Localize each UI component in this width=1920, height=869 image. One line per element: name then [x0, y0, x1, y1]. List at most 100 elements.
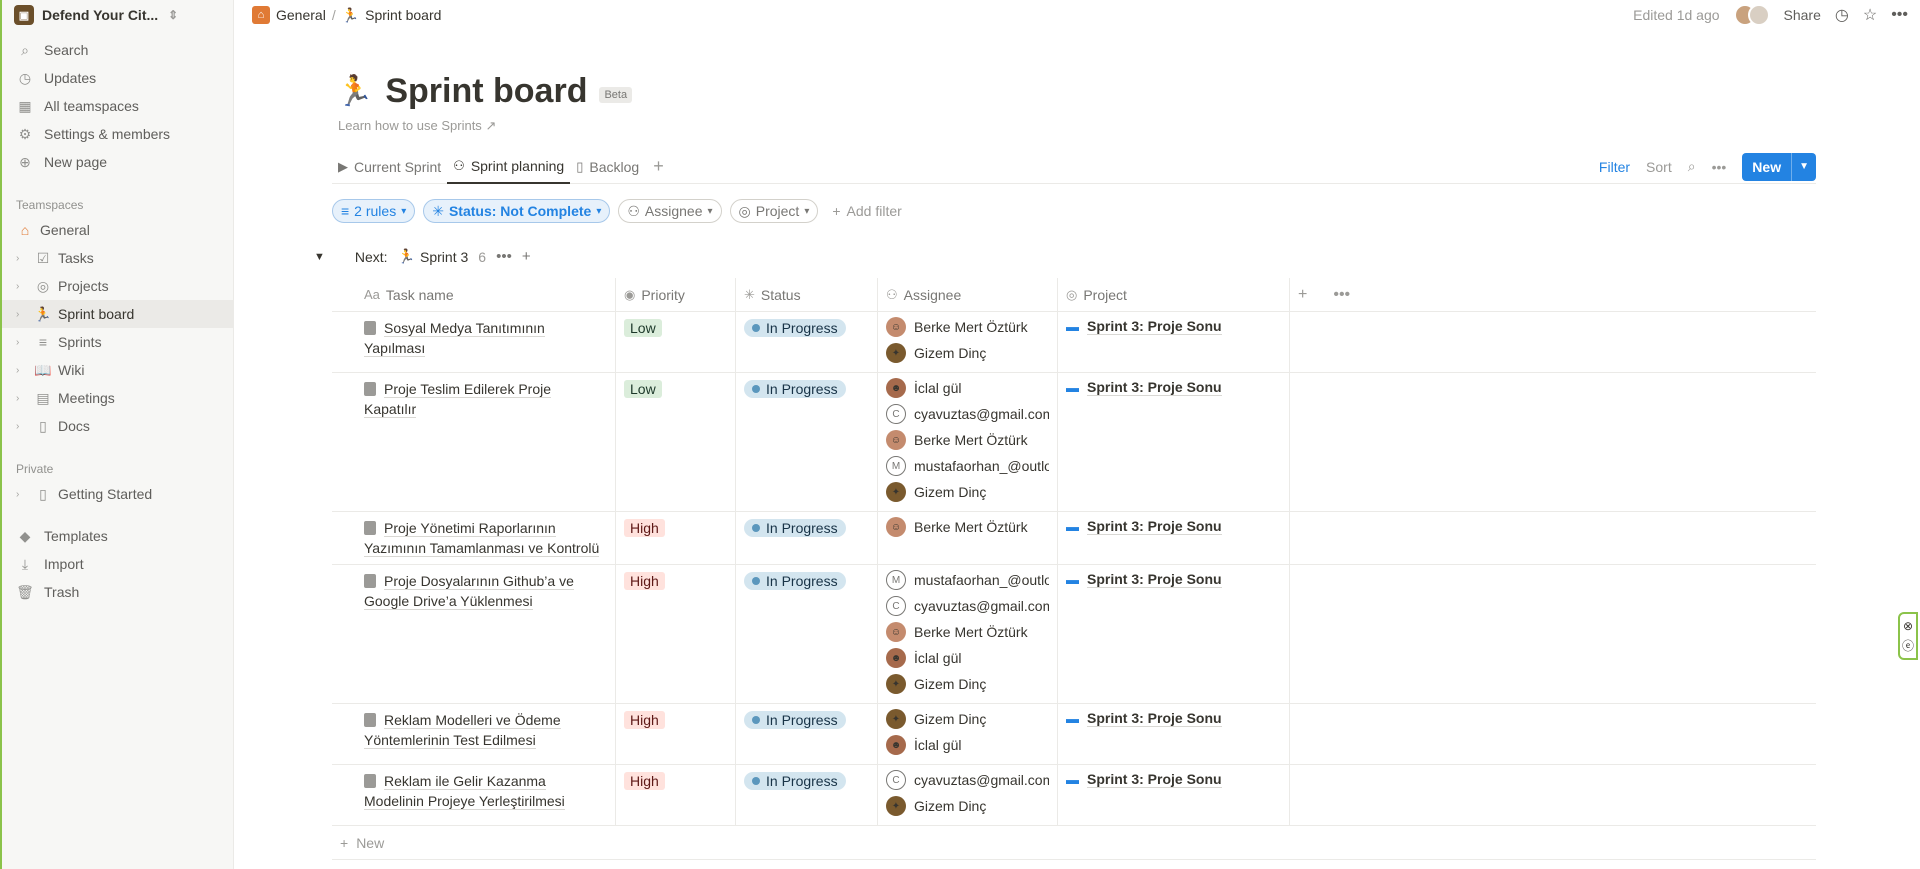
- project-link[interactable]: ▬ Sprint 3: Proje Sonu: [1066, 710, 1281, 727]
- sidebar-item-new-page[interactable]: ⊕ New page: [2, 148, 233, 176]
- task-link[interactable]: Proje Teslim Edilerek Proje Kapatılır: [364, 379, 607, 419]
- share-button[interactable]: Share: [1784, 7, 1821, 23]
- assignee-person[interactable]: ✦ Gizem Dinç: [886, 340, 1049, 366]
- sidebar-item-projects[interactable]: › ◎ Projects: [2, 272, 233, 300]
- column-header-project[interactable]: ◎ Project: [1058, 278, 1290, 311]
- group-sprint-link[interactable]: 🏃 Sprint 3: [398, 248, 469, 265]
- sidebar-item-sprints[interactable]: › ≡ Sprints: [2, 328, 233, 356]
- assignee-person[interactable]: ✦ Gizem Dinç: [886, 706, 1049, 732]
- assignee-person[interactable]: ☻ İclal gül: [886, 375, 1049, 401]
- sidebar-item-tasks[interactable]: › ☑ Tasks: [2, 244, 233, 272]
- chevron-right-icon[interactable]: ›: [16, 309, 28, 320]
- history-clock-icon[interactable]: ◷: [1835, 5, 1849, 25]
- filter-button[interactable]: Filter: [1599, 159, 1630, 175]
- collapse-triangle-icon[interactable]: ▼: [314, 251, 325, 263]
- task-link[interactable]: Reklam ile Gelir Kazanma Modelinin Proje…: [364, 771, 607, 811]
- status-cell[interactable]: In Progress: [736, 312, 878, 372]
- close-icon[interactable]: ⊗: [1903, 619, 1913, 633]
- priority-cell[interactable]: Low: [616, 373, 736, 511]
- add-view-icon[interactable]: +: [645, 156, 672, 177]
- status-filter-chip[interactable]: ✳ Status: Not Complete ▾: [423, 199, 611, 223]
- project-filter-chip[interactable]: ◎ Project ▾: [729, 199, 819, 223]
- add-new-row-button[interactable]: + New: [332, 826, 1816, 860]
- task-name-cell[interactable]: Proje Dosyalarının Github’a ve Google Dr…: [332, 565, 616, 703]
- assignee-filter-chip[interactable]: ⚇ Assignee ▾: [618, 199, 722, 223]
- task-link[interactable]: Proje Yönetimi Raporlarının Yazımının Ta…: [364, 518, 607, 558]
- extension-logo-icon[interactable]: ⓔ: [1902, 637, 1914, 654]
- extension-widget[interactable]: ⊗ ⓔ: [1898, 612, 1918, 660]
- project-link[interactable]: ▬ Sprint 3: Proje Sonu: [1066, 379, 1281, 396]
- sidebar-item-docs[interactable]: › ▯ Docs: [2, 412, 233, 440]
- status-cell[interactable]: In Progress: [736, 512, 878, 564]
- assignee-person[interactable]: ☺ Berke Mert Öztürk: [886, 514, 1049, 540]
- sidebar-item-updates[interactable]: ◷ Updates: [2, 64, 233, 92]
- status-cell[interactable]: In Progress: [736, 565, 878, 703]
- collaborator-avatars[interactable]: [1733, 4, 1770, 26]
- column-header-priority[interactable]: ◉ Priority: [616, 278, 736, 311]
- chevron-right-icon[interactable]: ›: [16, 489, 28, 500]
- priority-cell[interactable]: Low: [616, 312, 736, 372]
- priority-cell[interactable]: High: [616, 512, 736, 564]
- assignee-cell[interactable]: ☺ Berke Mert Öztürk: [878, 512, 1058, 564]
- assignee-person[interactable]: ☻ İclal gül: [886, 645, 1049, 671]
- chevron-right-icon[interactable]: ›: [16, 281, 28, 292]
- sidebar-item-trash[interactable]: 🗑 Trash: [2, 578, 233, 606]
- new-button-label[interactable]: New: [1742, 153, 1791, 181]
- more-icon[interactable]: •••: [1333, 286, 1350, 304]
- assignee-person[interactable]: ☺ Berke Mert Öztürk: [886, 619, 1049, 645]
- rules-filter-chip[interactable]: ≡ 2 rules ▾: [332, 199, 416, 223]
- status-cell[interactable]: In Progress: [736, 704, 878, 764]
- task-link[interactable]: Reklam Modelleri ve Ödeme Yöntemlerinin …: [364, 710, 607, 750]
- breadcrumb-general[interactable]: General: [276, 7, 326, 23]
- runner-icon[interactable]: 🏃: [336, 74, 373, 109]
- assignee-person[interactable]: ☻ İclal gül: [886, 732, 1049, 758]
- chevron-right-icon[interactable]: ›: [16, 421, 28, 432]
- assignee-person[interactable]: Ccyavuztas@gmail.com: [886, 593, 1049, 619]
- column-header-assignee[interactable]: ⚇ Assignee: [878, 278, 1058, 311]
- sidebar-item-general[interactable]: ⌂ General: [2, 216, 233, 244]
- workspace-switcher[interactable]: ▣ Defend Your Cit... ⇕: [2, 0, 233, 30]
- task-name-cell[interactable]: Sosyal Medya Tanıtımının Yapılması: [332, 312, 616, 372]
- assignee-person[interactable]: Ccyavuztas@gmail.com: [886, 401, 1049, 427]
- assignee-cell[interactable]: Ccyavuztas@gmail.com ✦ Gizem Dinç: [878, 765, 1058, 825]
- column-header-status[interactable]: ✳ Status: [736, 278, 878, 311]
- chevron-right-icon[interactable]: ›: [16, 393, 28, 404]
- assignee-cell[interactable]: ☺ Berke Mert Öztürk ✦ Gizem Dinç: [878, 312, 1058, 372]
- table-row[interactable]: Reklam ile Gelir Kazanma Modelinin Proje…: [332, 765, 1816, 826]
- assignee-person[interactable]: ✦ Gizem Dinç: [886, 671, 1049, 697]
- assignee-cell[interactable]: ✦ Gizem Dinç ☻ İclal gül: [878, 704, 1058, 764]
- assignee-person[interactable]: ✦ Gizem Dinç: [886, 479, 1049, 505]
- assignee-cell[interactable]: ☻ İclal gül Ccyavuztas@gmail.com ☺ Berke Mer…: [878, 373, 1058, 511]
- assignee-person[interactable]: Ccyavuztas@gmail.com: [886, 767, 1049, 793]
- project-link[interactable]: ▬ Sprint 3: Proje Sonu: [1066, 318, 1281, 335]
- table-row[interactable]: Proje Yönetimi Raporlarının Yazımının Ta…: [332, 512, 1816, 565]
- assignee-person[interactable]: Mmustafaorhan_@outloo: [886, 567, 1049, 593]
- table-row[interactable]: Proje Dosyalarının Github’a ve Google Dr…: [332, 565, 1816, 704]
- add-column-icon[interactable]: +: [1298, 286, 1307, 304]
- priority-cell[interactable]: High: [616, 565, 736, 703]
- sidebar-item-meetings[interactable]: › ▤ Meetings: [2, 384, 233, 412]
- task-name-cell[interactable]: Proje Teslim Edilerek Proje Kapatılır: [332, 373, 616, 511]
- new-button[interactable]: New ▼: [1742, 152, 1816, 181]
- assignee-person[interactable]: ✦ Gizem Dinç: [886, 793, 1049, 819]
- breadcrumb-sprint-board[interactable]: Sprint board: [365, 7, 441, 23]
- priority-cell[interactable]: High: [616, 765, 736, 825]
- sidebar-item-settings[interactable]: ⚙ Settings & members: [2, 120, 233, 148]
- project-cell[interactable]: ▬ Sprint 3: Proje Sonu: [1058, 373, 1290, 511]
- more-icon[interactable]: •••: [1891, 6, 1908, 24]
- status-cell[interactable]: In Progress: [736, 373, 878, 511]
- task-name-cell[interactable]: Reklam Modelleri ve Ödeme Yöntemlerinin …: [332, 704, 616, 764]
- tab-current-sprint[interactable]: ▶ Current Sprint: [332, 150, 447, 184]
- table-row[interactable]: Proje Teslim Edilerek Proje Kapatılır Lo…: [332, 373, 1816, 512]
- add-filter-button[interactable]: + Add filter: [832, 203, 901, 219]
- assignee-person[interactable]: ☺ Berke Mert Öztürk: [886, 314, 1049, 340]
- tab-backlog[interactable]: ▯ Backlog: [570, 150, 645, 184]
- more-icon[interactable]: •••: [496, 248, 512, 265]
- assignee-person[interactable]: ☺ Berke Mert Öztürk: [886, 427, 1049, 453]
- more-icon[interactable]: •••: [1712, 159, 1727, 175]
- search-icon[interactable]: ⌕: [1688, 158, 1696, 175]
- sidebar-item-search[interactable]: ⌕ Search: [2, 36, 233, 64]
- table-row[interactable]: Sosyal Medya Tanıtımının Yapılması Low I…: [332, 312, 1816, 373]
- sidebar-item-all-teamspaces[interactable]: ▦ All teamspaces: [2, 92, 233, 120]
- project-link[interactable]: ▬ Sprint 3: Proje Sonu: [1066, 571, 1281, 588]
